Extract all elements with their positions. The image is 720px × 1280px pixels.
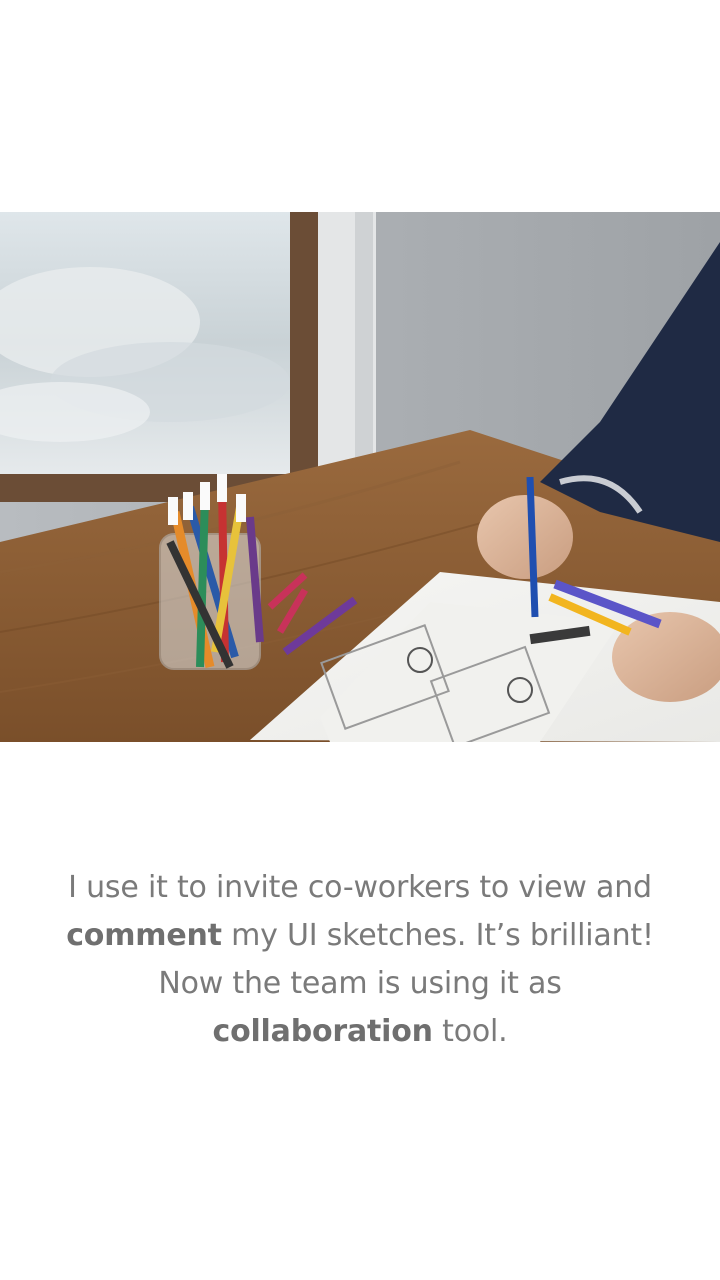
- testimonial-emphasis-comment: comment: [66, 918, 222, 953]
- testimonial-part-3: tool.: [432, 1014, 508, 1049]
- testimonial-text: I use it to invite co-workers to view an…: [60, 864, 660, 1056]
- onboarding-page: I use it to invite co-workers to view an…: [0, 0, 720, 1280]
- testimonial-emphasis-collaboration: collaboration: [212, 1014, 433, 1049]
- testimonial-part-1: I use it to invite co-workers to view an…: [68, 870, 652, 905]
- testimonial-part-2: my UI sketches. It’s brilliant! Now the …: [158, 918, 654, 1001]
- sketching-photo: [0, 212, 720, 742]
